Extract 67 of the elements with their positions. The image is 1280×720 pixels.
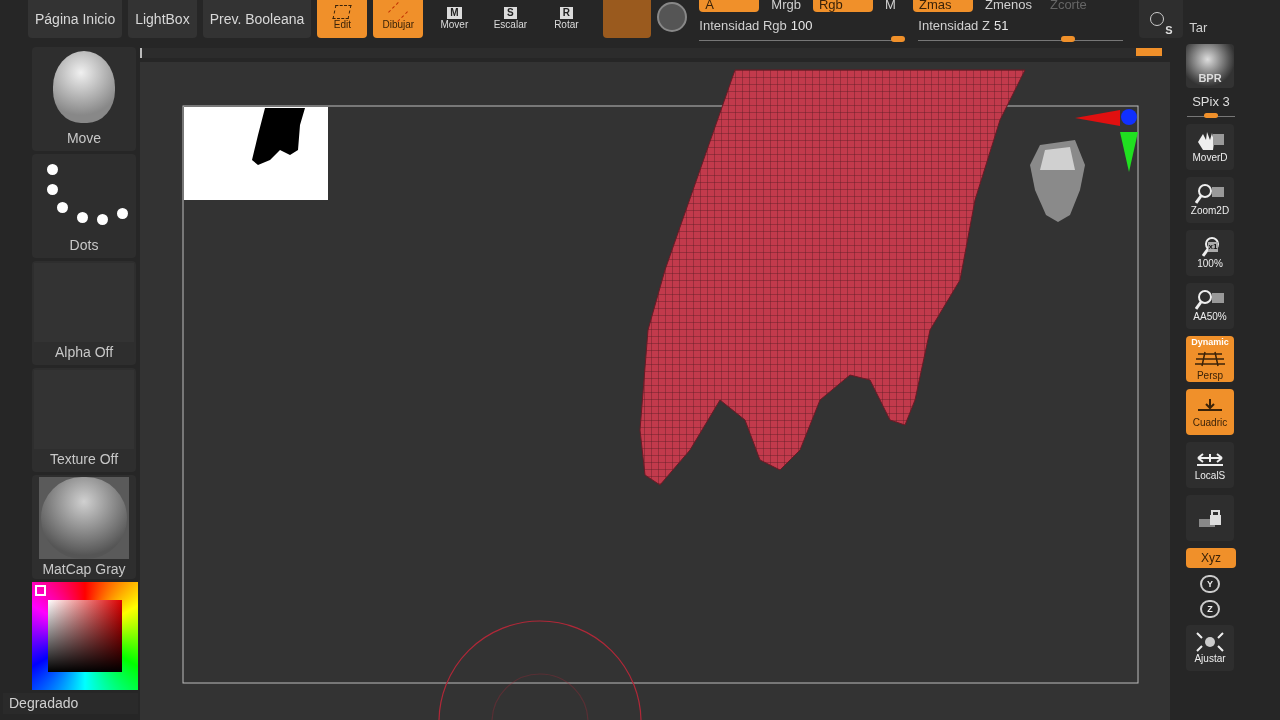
- axis-rotate-button[interactable]: Xyz: [1186, 547, 1236, 568]
- tool-button[interactable]: M Mover: [429, 0, 480, 38]
- slider-thumb[interactable]: [1204, 112, 1218, 118]
- view-button[interactable]: Cuadric: [1186, 388, 1234, 435]
- shelf-button[interactable]: Move: [32, 47, 136, 151]
- head-orientation-icon: [1030, 140, 1085, 222]
- brush-settings-button[interactable]: S: [1139, 0, 1184, 38]
- slider-track[interactable]: [918, 34, 1124, 41]
- shelf-button[interactable]: MatCap Gray: [32, 475, 136, 579]
- shelf-button[interactable]: Texture Off: [32, 368, 136, 472]
- edit-frame-icon: [332, 5, 352, 19]
- letter-badge-icon: M: [447, 7, 462, 19]
- tool-button[interactable]: S Escalar: [485, 0, 536, 38]
- search-icon: [1195, 289, 1225, 311]
- render-button[interactable]: BPR: [1186, 44, 1234, 88]
- tool-button[interactable]: Edit: [317, 0, 368, 38]
- panel-label: Tar: [1189, 19, 1208, 37]
- view-button[interactable]: [1186, 494, 1234, 541]
- menu-button[interactable]: LightBox: [128, 0, 197, 38]
- search-icon: [1195, 183, 1225, 205]
- menu-button[interactable]: Prev. Booleana: [202, 0, 312, 38]
- slider-label: Intensidad Z: [918, 17, 990, 34]
- slider-track[interactable]: [1187, 111, 1235, 117]
- slider-thumb[interactable]: [891, 36, 906, 42]
- hand-icon: [1195, 130, 1225, 152]
- brush-preview-icon: [53, 51, 115, 123]
- canvas[interactable]: [140, 62, 1170, 720]
- search-icon: [1201, 236, 1220, 258]
- color-square[interactable]: [48, 600, 122, 672]
- shelf-button[interactable]: Dots: [32, 154, 136, 258]
- view-button[interactable]: Ajustar: [1186, 624, 1234, 671]
- tool-button[interactable]: Dibujar: [373, 0, 424, 38]
- tool-button[interactable]: R Rotar: [541, 0, 592, 38]
- axis-gizmo-drawing: [1075, 109, 1138, 172]
- fit-arrows-icon: [1195, 631, 1225, 653]
- color-picker[interactable]: [32, 582, 138, 690]
- toggle-button[interactable]: M: [879, 0, 907, 12]
- menu-button[interactable]: Página Inicio: [28, 0, 123, 38]
- view-button[interactable]: LocalS: [1186, 441, 1234, 488]
- view-button[interactable]: AA50%: [1186, 282, 1234, 329]
- shelf-button[interactable]: Alpha Off: [32, 261, 136, 365]
- timeline-bar[interactable]: [140, 48, 1162, 58]
- toggle-button[interactable]: Zmenos: [979, 0, 1038, 12]
- rotate-axis-button[interactable]: Z: [1200, 599, 1220, 618]
- color-marker: [35, 585, 46, 596]
- slider-label: SPix 3: [1192, 93, 1230, 111]
- slider-value: 100: [790, 17, 813, 34]
- toggle-button[interactable]: Zmas: [913, 0, 973, 12]
- toggle-button[interactable]: Mrgb: [765, 0, 807, 12]
- letter-badge-icon: S: [504, 7, 517, 19]
- toggle-button[interactable]: A: [699, 0, 760, 12]
- material-swatch[interactable]: [603, 0, 652, 38]
- view-button[interactable]: MoverD: [1186, 123, 1234, 170]
- rotate-axis-button[interactable]: Y: [1200, 574, 1220, 593]
- slider-value: 51: [993, 17, 1009, 34]
- view-button[interactable]: x1 100%: [1186, 229, 1234, 276]
- slider-label: Intensidad Rgb: [699, 17, 787, 34]
- dynamic-label: Dynamic: [1191, 336, 1229, 348]
- view-button[interactable]: Dynamic Persp: [1186, 335, 1234, 382]
- toggle-button[interactable]: Rgb: [813, 0, 873, 12]
- slider-track[interactable]: [699, 34, 905, 41]
- letter-badge-icon: R: [559, 7, 573, 19]
- slider-thumb[interactable]: [1061, 36, 1075, 42]
- view-button[interactable]: Zoom2D: [1186, 176, 1234, 223]
- gradient-label: Degradado: [3, 693, 138, 714]
- zoom-factor-label: x1: [1207, 242, 1219, 252]
- timeline-marker[interactable]: [1136, 48, 1162, 56]
